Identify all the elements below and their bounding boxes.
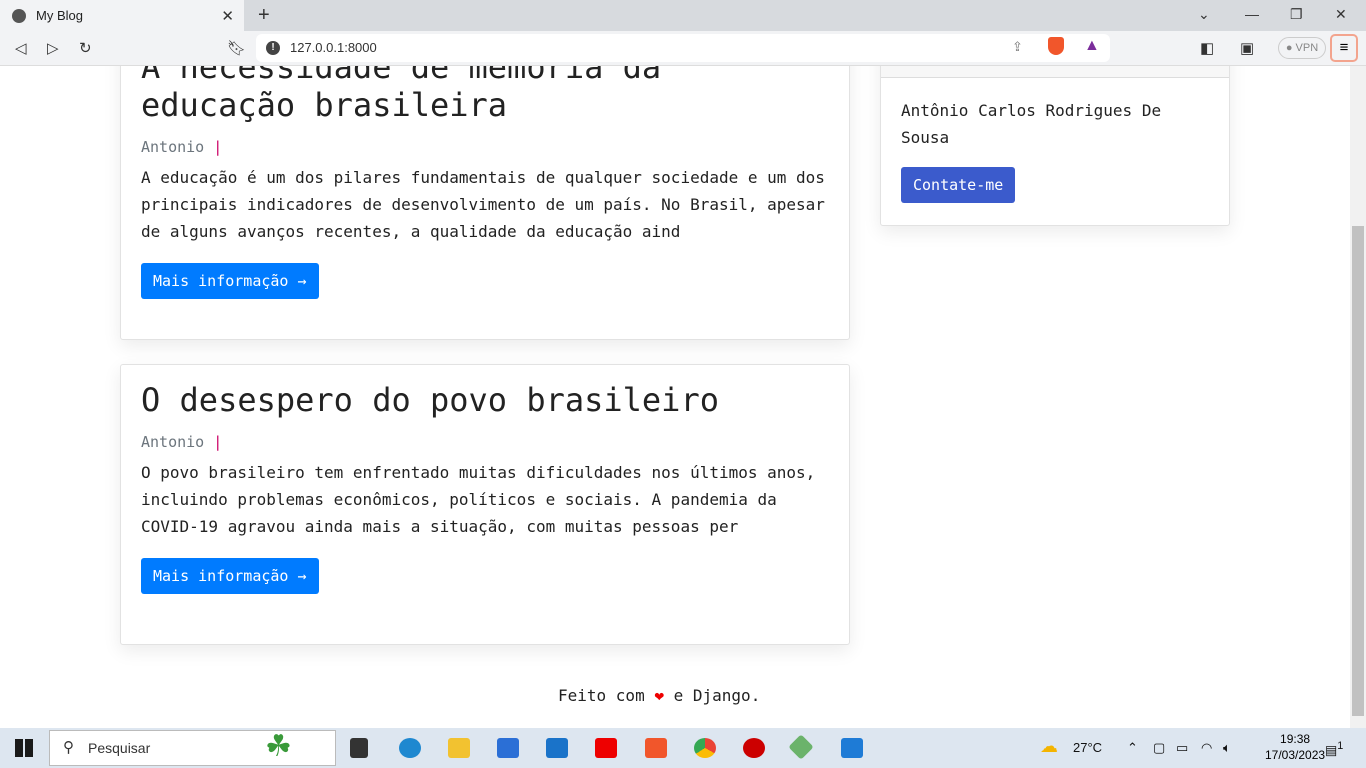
meta-separator: | bbox=[213, 138, 223, 156]
scrollbar-thumb[interactable] bbox=[1352, 226, 1364, 716]
edge-icon[interactable] bbox=[399, 738, 421, 758]
store-icon[interactable] bbox=[497, 738, 519, 758]
post-title[interactable]: O desespero do povo brasileiro bbox=[141, 381, 829, 419]
tab-bar: My Blog ✕ + ⌄ — ❐ ✕ bbox=[0, 0, 1366, 31]
taskbar-search[interactable]: ⚲ Pesquisar ☘ bbox=[49, 730, 336, 766]
sidebar-icon[interactable]: ◧ bbox=[1200, 39, 1214, 57]
clock[interactable]: 19:38 17/03/2023 bbox=[1265, 731, 1325, 763]
git-icon[interactable] bbox=[788, 734, 814, 760]
contact-button[interactable]: Contate-me bbox=[901, 167, 1016, 203]
read-more-button[interactable]: Mais informação → bbox=[141, 263, 319, 299]
post-card: O desespero do povo brasileiro Antonio |… bbox=[120, 364, 850, 645]
footer: Feito com ❤ e Django. bbox=[558, 686, 760, 705]
about-card-header bbox=[881, 66, 1229, 78]
reload-icon[interactable]: ↻ bbox=[79, 39, 92, 57]
notifications-icon[interactable]: ▤1 bbox=[1325, 740, 1343, 758]
search-icon: ⚲ bbox=[63, 739, 74, 756]
vscode-icon[interactable] bbox=[841, 738, 863, 758]
tab-my-blog[interactable]: My Blog ✕ bbox=[0, 0, 244, 31]
read-more-button[interactable]: Mais informação → bbox=[141, 558, 319, 594]
scrollbar[interactable] bbox=[1350, 66, 1366, 728]
post-card: A necessidade de memória da educação bra… bbox=[120, 66, 850, 340]
heart-icon: ❤ bbox=[654, 686, 664, 705]
search-placeholder: Pesquisar bbox=[88, 740, 151, 756]
notification-count: 1 bbox=[1337, 740, 1344, 752]
forward-icon[interactable]: ▷ bbox=[47, 39, 59, 57]
vpn-button[interactable]: ● VPN bbox=[1278, 37, 1326, 59]
task-view-icon[interactable] bbox=[350, 738, 368, 758]
bookmark-icon[interactable]: 🔖︎ bbox=[227, 39, 246, 57]
post-excerpt: O povo brasileiro tem enfrentado muitas … bbox=[141, 463, 816, 536]
share-icon[interactable]: ⇪ bbox=[1012, 39, 1023, 55]
file-explorer-icon[interactable] bbox=[448, 738, 470, 758]
vpn-label: VPN bbox=[1295, 42, 1319, 54]
footer-text: e Django. bbox=[673, 686, 761, 705]
wallet-icon[interactable]: ▣ bbox=[1240, 39, 1254, 57]
back-icon[interactable]: ◁ bbox=[15, 39, 27, 57]
globe-icon bbox=[12, 8, 26, 23]
brave-taskbar-icon[interactable] bbox=[645, 738, 667, 758]
author-name: Antônio Carlos Rodrigues De Sousa bbox=[901, 101, 1162, 147]
time: 19:38 bbox=[1280, 732, 1311, 746]
restore-button[interactable]: ❐ bbox=[1290, 6, 1303, 23]
minimize-button[interactable]: — bbox=[1245, 6, 1259, 22]
brave-shields-icon[interactable] bbox=[1048, 37, 1064, 55]
meta-separator: | bbox=[213, 433, 223, 451]
weather-icon[interactable]: ☁ bbox=[1040, 736, 1058, 757]
show-hidden-icons[interactable]: ⌃ bbox=[1127, 740, 1138, 756]
url-text: 127.0.0.1:8000 bbox=[290, 40, 377, 55]
brave-rewards-icon[interactable]: ▲ bbox=[1084, 37, 1100, 55]
close-window-button[interactable]: ✕ bbox=[1335, 6, 1347, 23]
toolbar: ◁ ▷ ↻ 🔖︎ ! 127.0.0.1:8000 ⇪ ▲ ◧ ▣ ● VPN … bbox=[0, 31, 1366, 66]
camera-icon[interactable]: ▢ bbox=[1153, 740, 1165, 756]
date: 17/03/2023 bbox=[1265, 748, 1326, 762]
battery-icon[interactable]: ▭ bbox=[1176, 740, 1188, 756]
app-icon[interactable] bbox=[743, 738, 765, 758]
address-bar[interactable]: ! 127.0.0.1:8000 ⇪ ▲ bbox=[256, 34, 1110, 62]
wifi-icon[interactable]: ◠ bbox=[1201, 740, 1212, 756]
post-title[interactable]: A necessidade de memória da educação bra… bbox=[141, 66, 829, 124]
youtube-icon[interactable] bbox=[595, 738, 617, 758]
clover-icon: ☘ bbox=[265, 730, 292, 763]
mail-icon[interactable] bbox=[546, 738, 568, 758]
close-tab-icon[interactable]: ✕ bbox=[221, 7, 234, 25]
page-content: A necessidade de memória da educação bra… bbox=[0, 66, 1350, 728]
taskbar: ⚲ Pesquisar ☘ ☁ 27°C ⌃ ▢ ▭ ◠ 🔈︎ 19:38 17… bbox=[0, 728, 1366, 768]
volume-icon[interactable]: 🔈︎ bbox=[1223, 740, 1231, 756]
post-author: Antonio bbox=[141, 433, 205, 451]
tab-title: My Blog bbox=[36, 8, 83, 23]
menu-icon[interactable]: ≡ bbox=[1330, 34, 1358, 62]
about-card: Antônio Carlos Rodrigues De Sousa Contat… bbox=[880, 66, 1230, 226]
windows-start-icon[interactable] bbox=[15, 739, 33, 757]
footer-text: Feito com bbox=[558, 686, 645, 705]
info-icon: ! bbox=[266, 41, 280, 55]
post-excerpt: A educação é um dos pilares fundamentais… bbox=[141, 168, 825, 241]
post-meta: Antonio | bbox=[141, 433, 829, 451]
weather-temp[interactable]: 27°C bbox=[1073, 740, 1102, 755]
new-tab-button[interactable]: + bbox=[258, 4, 270, 27]
tab-search-icon[interactable]: ⌄ bbox=[1198, 6, 1210, 23]
chrome-icon[interactable] bbox=[694, 738, 716, 758]
post-meta: Antonio | bbox=[141, 138, 829, 156]
post-author: Antonio bbox=[141, 138, 205, 156]
